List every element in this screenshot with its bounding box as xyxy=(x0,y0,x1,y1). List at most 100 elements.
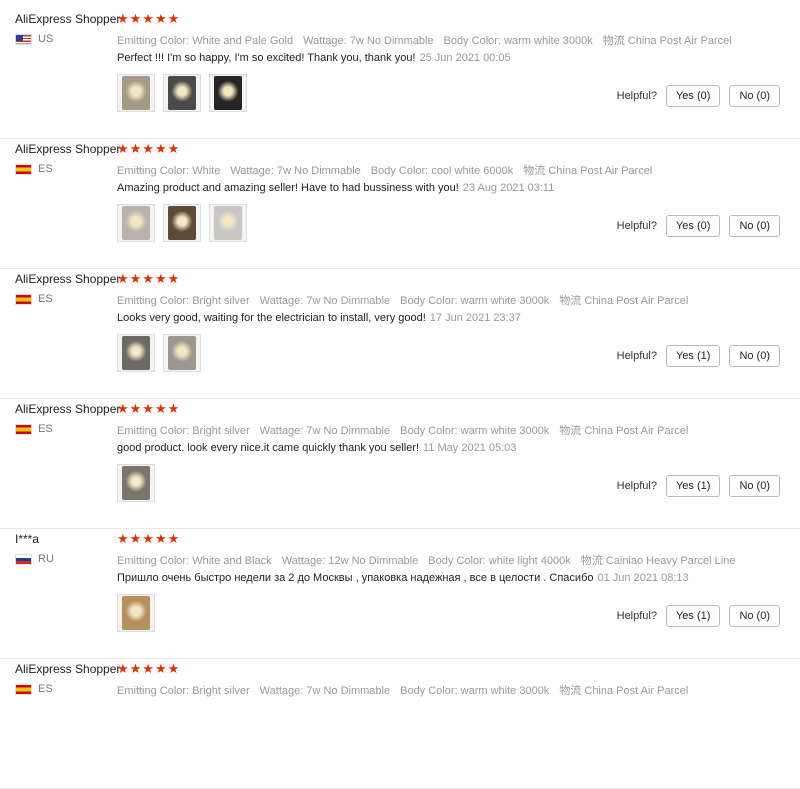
helpful-label: Helpful? xyxy=(616,220,657,232)
country-code: ES xyxy=(38,293,53,305)
star-rating: ★★★★★ xyxy=(117,531,181,546)
attr-key: 物流 xyxy=(559,685,582,697)
attr-value: 7w No Dimmable xyxy=(306,425,391,437)
attr-value: warm white 3000k xyxy=(460,685,550,697)
helpful-no-button[interactable]: No (0) xyxy=(729,85,780,107)
order-attributes: Emitting Color: White Wattage: 7w No Dimm… xyxy=(117,162,662,178)
review-body: Looks very good, waiting for the electri… xyxy=(117,312,426,324)
attr-key: Wattage: xyxy=(281,555,326,567)
reviewer-name: AliExpress Shopper xyxy=(15,662,121,676)
attr-key: Body Color: xyxy=(400,295,458,307)
order-attributes: Emitting Color: White and Black Wattage: … xyxy=(117,552,745,568)
star-rating: ★★★★★ xyxy=(117,271,181,286)
attr-value: China Post Air Parcel xyxy=(584,425,689,437)
attr-value: Cainiao Heavy Parcel Line xyxy=(605,555,736,567)
review-photo[interactable] xyxy=(117,204,155,242)
country-code: RU xyxy=(38,553,54,565)
review-photo[interactable] xyxy=(163,334,201,372)
reviewer-name: AliExpress Shopper xyxy=(15,12,121,26)
review-date: 01 Jun 2021 08:13 xyxy=(597,572,689,584)
attr-value: 7w No Dimmable xyxy=(349,35,434,47)
attr-value: White and Pale Gold xyxy=(192,35,294,47)
helpful-yes-button[interactable]: Yes (0) xyxy=(665,215,721,237)
helpful-no-button[interactable]: No (0) xyxy=(729,345,780,367)
attr-key: Body Color: xyxy=(428,555,486,567)
helpful-yes-button[interactable]: Yes (0) xyxy=(665,85,721,107)
attr-key: 物流 xyxy=(580,555,603,567)
attr-key: 物流 xyxy=(559,295,582,307)
flag-icon xyxy=(15,293,32,305)
attr-value: white light 4000k xyxy=(488,555,571,567)
attr-value: China Post Air Parcel xyxy=(627,35,732,47)
review-text: Пришло очень быстро недели за 2 до Москв… xyxy=(117,572,689,584)
helpful-yes-button[interactable]: Yes (1) xyxy=(665,345,721,367)
reviewer-name: AliExpress Shopper xyxy=(15,142,121,156)
attr-value: warm white 3000k xyxy=(460,295,550,307)
review-item: AliExpress Shopper ES ★★★★★ Emitting Col… xyxy=(0,268,800,399)
review-photos xyxy=(117,204,247,242)
review-photo[interactable] xyxy=(209,204,247,242)
star-rating: ★★★★★ xyxy=(117,661,181,676)
review-photo[interactable] xyxy=(117,464,155,502)
helpful-label: Helpful? xyxy=(616,480,657,492)
helpful-no-button[interactable]: No (0) xyxy=(729,215,780,237)
review-date: 23 Aug 2021 03:11 xyxy=(462,182,555,194)
attr-key: Wattage: xyxy=(303,35,347,47)
review-photos xyxy=(117,594,155,632)
order-attributes: Emitting Color: Bright silver Wattage: 7w… xyxy=(117,682,698,698)
flag-icon xyxy=(15,33,32,45)
helpful-yes-button[interactable]: Yes (1) xyxy=(665,475,721,497)
review-photo[interactable] xyxy=(163,204,201,242)
helpful-vote: Helpful? Yes (0) No (0) xyxy=(617,215,780,237)
helpful-label: Helpful? xyxy=(616,610,657,622)
review-body: Пришло очень быстро недели за 2 до Москв… xyxy=(117,572,594,584)
helpful-vote: Helpful? Yes (1) No (0) xyxy=(617,475,780,497)
attr-key: Emitting Color: xyxy=(117,555,190,567)
reviewer-country: ES xyxy=(15,683,53,695)
attr-value: Bright silver xyxy=(192,425,250,437)
attr-value: 12w No Dimmable xyxy=(328,555,419,567)
helpful-label: Helpful? xyxy=(616,350,657,362)
helpful-no-button[interactable]: No (0) xyxy=(729,605,780,627)
helpful-vote: Helpful? Yes (1) No (0) xyxy=(617,345,780,367)
review-photo[interactable] xyxy=(209,74,247,112)
attr-key: Body Color: xyxy=(370,165,429,177)
review-date: 17 Jun 2021 23:37 xyxy=(429,312,521,324)
reviewer-name: AliExpress Shopper xyxy=(15,402,121,416)
attr-value: warm white 3000k xyxy=(504,35,593,47)
country-code: ES xyxy=(38,163,53,175)
review-photo[interactable] xyxy=(163,74,201,112)
star-rating: ★★★★★ xyxy=(117,401,181,416)
review-photo[interactable] xyxy=(117,74,155,112)
star-rating: ★★★★★ xyxy=(117,141,181,156)
review-text: Perfect !!! I'm so happy, I'm so excited… xyxy=(117,52,511,64)
helpful-yes-button[interactable]: Yes (1) xyxy=(665,605,721,627)
reviewer-name: AliExpress Shopper xyxy=(15,272,121,286)
flag-icon xyxy=(15,553,32,565)
attr-key: 物流 xyxy=(559,425,582,437)
review-photo[interactable] xyxy=(117,334,155,372)
attr-value: 7w No Dimmable xyxy=(277,165,361,177)
country-code: ES xyxy=(38,423,53,435)
attr-value: White xyxy=(192,165,221,177)
reviewer-country: RU xyxy=(15,553,54,565)
reviewer-country: ES xyxy=(15,423,53,435)
review-date: 25 Jun 2021 00:05 xyxy=(419,52,511,64)
helpful-no-button[interactable]: No (0) xyxy=(729,475,780,497)
review-body: good product. look every nice.it came qu… xyxy=(117,442,420,454)
review-photos xyxy=(117,464,155,502)
attr-value: Bright silver xyxy=(192,685,250,697)
attr-value: China Post Air Parcel xyxy=(548,165,653,177)
attr-key: Emitting Color: xyxy=(117,295,190,307)
attr-key: Body Color: xyxy=(400,425,458,437)
attr-key: Emitting Color: xyxy=(117,35,190,47)
review-item: AliExpress Shopper ES ★★★★★ Emitting Col… xyxy=(0,658,800,789)
reviewer-country: ES xyxy=(15,163,53,175)
reviewer-country: ES xyxy=(15,293,53,305)
review-item: I***a RU ★★★★★ Emitting Color: White and… xyxy=(0,528,800,659)
attr-key: Emitting Color: xyxy=(117,165,190,177)
order-attributes: Emitting Color: Bright silver Wattage: 7w… xyxy=(117,422,698,438)
order-attributes: Emitting Color: Bright silver Wattage: 7w… xyxy=(117,292,698,308)
attr-value: cool white 6000k xyxy=(431,165,514,177)
review-photo[interactable] xyxy=(117,594,155,632)
